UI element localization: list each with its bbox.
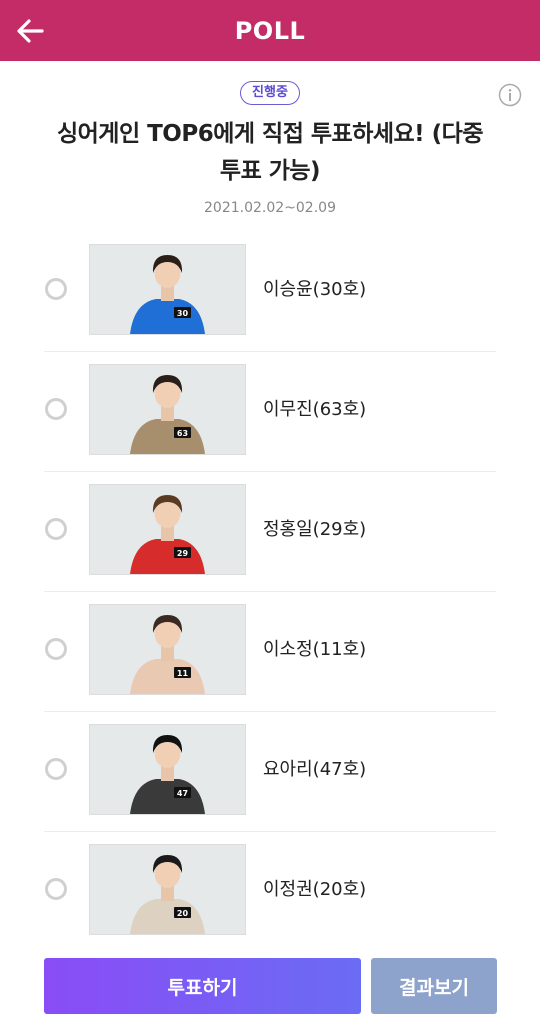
app-header: POLL	[0, 0, 540, 61]
candidate-option[interactable]: 47 요아리(47호)	[44, 712, 496, 832]
svg-text:20: 20	[177, 909, 189, 918]
poll-period: 2021.02.02~02.09	[204, 200, 336, 216]
status-badge: 진행중	[240, 81, 300, 105]
candidate-option[interactable]: 11 이소정(11호)	[44, 592, 496, 712]
poll-title-line-2: 투표 가능)	[219, 158, 321, 184]
candidate-photo: 29	[89, 484, 246, 575]
candidate-photo: 30	[89, 244, 246, 335]
candidate-photo: 11	[89, 604, 246, 695]
radio-button[interactable]	[45, 758, 67, 780]
candidate-name: 이무진(63호)	[263, 399, 367, 420]
page-title: POLL	[234, 16, 306, 45]
svg-text:29: 29	[177, 549, 189, 558]
back-arrow-icon[interactable]	[14, 14, 48, 48]
candidate-option[interactable]: 63 이무진(63호)	[44, 352, 496, 472]
svg-text:11: 11	[177, 669, 189, 678]
candidate-list: 30 이승윤(30호) 63 이무진(63호) 29 정홍일(29호) 11 이소정(11호)…	[44, 232, 496, 951]
poll-title: 싱어게인 TOP6에게 직접 투표하세요! (다중 투표 가능)	[20, 116, 520, 190]
radio-button[interactable]	[45, 878, 67, 900]
candidate-photo: 20	[89, 844, 246, 935]
info-icon[interactable]	[498, 83, 522, 107]
candidate-name: 이승윤(30호)	[263, 279, 367, 300]
candidate-name: 이소정(11호)	[263, 639, 367, 660]
vote-button[interactable]: 투표하기	[44, 958, 361, 1014]
candidate-option[interactable]: 29 정홍일(29호)	[44, 472, 496, 592]
radio-button[interactable]	[45, 638, 67, 660]
svg-text:47: 47	[177, 789, 188, 798]
radio-button[interactable]	[45, 278, 67, 300]
candidate-photo: 63	[89, 364, 246, 455]
poll-title-line-1: 싱어게인 TOP6에게 직접 투표하세요! (다중	[56, 121, 484, 147]
candidate-option[interactable]: 20 이정권(20호)	[44, 832, 496, 951]
candidate-photo: 47	[89, 724, 246, 815]
view-results-button[interactable]: 결과보기	[371, 958, 497, 1014]
svg-text:63: 63	[177, 429, 188, 438]
candidate-name: 요아리(47호)	[263, 759, 367, 780]
svg-text:30: 30	[177, 309, 189, 318]
candidate-name: 이정권(20호)	[263, 879, 367, 900]
candidate-option[interactable]: 30 이승윤(30호)	[44, 232, 496, 352]
radio-button[interactable]	[45, 398, 67, 420]
candidate-name: 정홍일(29호)	[263, 519, 367, 540]
radio-button[interactable]	[45, 518, 67, 540]
